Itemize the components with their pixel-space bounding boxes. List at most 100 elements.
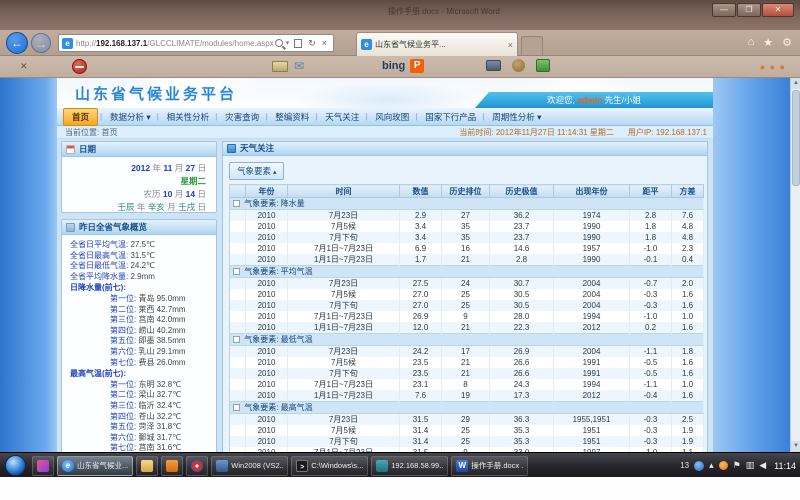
table-row[interactable]: 20107月23日31.52936.31955,1951-0.32.5 xyxy=(230,414,704,426)
table-row[interactable]: 20101月1日~7月23日1.7212.81990-0.10.4 xyxy=(230,254,704,266)
tray-app-icon[interactable] xyxy=(694,461,704,471)
menu-item[interactable]: 国家下行产品 xyxy=(417,109,484,125)
column-header: 历史排位 xyxy=(442,185,490,198)
speaker-icon[interactable]: ◀ xyxy=(759,460,766,471)
table-cell: 2010 xyxy=(246,278,288,290)
table-row[interactable]: 20107月下旬23.52126.61991-0.51.6 xyxy=(230,368,704,379)
menu-item[interactable]: 天气关注 xyxy=(317,109,367,125)
close-button[interactable]: ✕ xyxy=(762,3,794,17)
group-row[interactable]: 气象要素: 降水量 xyxy=(230,198,704,210)
taskbar-window-button[interactable] xyxy=(186,456,208,476)
p-badge-icon[interactable]: P xyxy=(410,59,424,73)
table-row[interactable]: 20107月5候31.42535.31951-0.31.9 xyxy=(230,425,704,436)
tray-orange-icon[interactable] xyxy=(719,461,728,470)
taskbar-window-button[interactable]: C:\Windows\s... xyxy=(291,456,368,476)
rank-value: 菏泽 31.8℃ xyxy=(138,422,181,431)
show-hidden-icons[interactable]: ▴ xyxy=(709,460,714,471)
table-row[interactable]: 20107月23日27.52430.72004-0.72.0 xyxy=(230,278,704,290)
taskbar-clock[interactable]: 11:14 xyxy=(774,461,796,471)
scroll-down-icon[interactable]: ▼ xyxy=(791,441,800,452)
rank-value: 费县 26.0mm xyxy=(138,358,185,367)
table-cell: 26.6 xyxy=(490,357,554,368)
scrollbar-thumb[interactable] xyxy=(792,90,800,186)
table-row[interactable]: 20107月23日24.21726.92004-1.11.8 xyxy=(230,346,704,358)
taskbar-window-label: 山东省气候业... xyxy=(77,460,128,471)
table-cell: 7月5候 xyxy=(288,425,400,436)
stop-icon[interactable]: × xyxy=(322,38,327,48)
table-row[interactable]: 20107月1日~7月23日6.91614.61957-1.02.3 xyxy=(230,243,704,254)
taskbar-window-button[interactable] xyxy=(32,456,54,476)
home-icon[interactable]: ⌂ xyxy=(748,36,755,49)
table-row[interactable]: 20101月1日~7月23日7.61917.32012-0.41.6 xyxy=(230,390,704,402)
back-button[interactable]: ← xyxy=(6,32,28,54)
table-row[interactable]: 20101月1日~7月23日12.02122.320120.21.6 xyxy=(230,322,704,334)
address-bar[interactable]: e http://192.168.137.1/GLCCLIMATE/module… xyxy=(58,34,334,52)
table-row[interactable]: 20107月5候27.02530.52004-0.31.6 xyxy=(230,289,704,300)
group-checkbox[interactable] xyxy=(233,200,240,207)
menu-item[interactable]: 首页 xyxy=(63,108,98,126)
bing-search-widget[interactable]: bing P xyxy=(382,59,424,73)
table-row[interactable]: 20107月23日2.92736.219742.87.6 xyxy=(230,210,704,222)
scroll-up-icon[interactable]: ▲ xyxy=(791,78,800,89)
forward-button[interactable]: → xyxy=(31,33,51,53)
group-row[interactable]: 气象要素: 最高气温 xyxy=(230,402,704,414)
table-cell: 24.3 xyxy=(490,379,554,390)
table-cell: 2.5 xyxy=(672,414,704,426)
blocker-icon[interactable] xyxy=(72,59,87,74)
taskbar-window-button[interactable]: 山东省气候业... xyxy=(57,456,133,476)
menu-item[interactable]: 灾害查询 xyxy=(217,109,267,125)
table-row[interactable]: 20107月下旬31.42535.31951-0.31.9 xyxy=(230,436,704,447)
browser-tab[interactable]: e 山东省气候业务平... × xyxy=(356,32,518,56)
favorites-star-icon[interactable]: ★ xyxy=(763,36,773,49)
table-row[interactable]: 20107月1日~7月23日26.9928.01994-1.01.0 xyxy=(230,311,704,322)
menu-item[interactable]: 周期性分析 ▾ xyxy=(484,109,549,125)
chevron-down-icon[interactable]: ▾ xyxy=(286,39,290,47)
table-row[interactable]: 20107月5候3.43523.719901.84.8 xyxy=(230,221,704,232)
mail-icon[interactable]: ✉ xyxy=(294,59,304,73)
start-button[interactable] xyxy=(5,455,26,476)
table-row[interactable]: 20107月下旬3.43523.719901.84.8 xyxy=(230,232,704,243)
search-icon[interactable] xyxy=(275,39,283,47)
column-header: 数值 xyxy=(400,185,442,198)
puzzle-icon[interactable] xyxy=(536,59,550,72)
url-text[interactable]: http://192.168.137.1/GLCCLIMATE/modules/… xyxy=(76,39,274,48)
group-checkbox[interactable] xyxy=(233,336,240,343)
group-row[interactable]: 气象要素: 平均气温 xyxy=(230,266,704,278)
menu-item[interactable]: 整编资料 xyxy=(267,109,317,125)
element-filter-button[interactable]: 气象要素 xyxy=(229,162,284,180)
taskbar-window-button[interactable] xyxy=(136,456,158,476)
action-center-flag-icon[interactable]: ⚑ xyxy=(733,460,741,471)
group-checkbox[interactable] xyxy=(233,404,240,411)
table-row[interactable]: 20107月下旬27.02530.52004-0.31.6 xyxy=(230,300,704,311)
menu-item[interactable]: 风向玫图 xyxy=(367,109,417,125)
paw-icon[interactable] xyxy=(512,59,525,72)
camera-icon[interactable] xyxy=(486,60,501,71)
more-dots-icon[interactable]: ● ● ● xyxy=(760,62,786,72)
table-cell: 7月5候 xyxy=(288,357,400,368)
table-row[interactable]: 20107月5候23.52126.61991-0.51.6 xyxy=(230,357,704,368)
taskbar-window-button[interactable]: Win2008 (VS2... xyxy=(211,456,288,476)
network-icon[interactable]: ▥ xyxy=(746,460,755,471)
overview-sections: 日降水量(前七):第一位: 青岛 95.0mm第二位: 莱西 42.7mm第三位… xyxy=(70,283,216,452)
restore-button[interactable]: ❐ xyxy=(737,3,761,17)
toolbar-close-icon[interactable]: ✕ xyxy=(20,61,28,72)
taskbar-window-button[interactable]: 操作手册.docx ... xyxy=(451,456,528,476)
table-cell: 35.3 xyxy=(490,436,554,447)
tab-close-icon[interactable]: × xyxy=(508,40,513,50)
compatibility-icon[interactable] xyxy=(294,39,302,48)
menu-item[interactable]: 数据分析 ▾ xyxy=(102,109,159,125)
table-row[interactable]: 20107月1日~7月23日23.1824.31994-1.11.0 xyxy=(230,379,704,390)
taskbar-window-button[interactable]: 192.168.58.99... xyxy=(371,456,448,476)
table-cell: 8 xyxy=(442,379,490,390)
gear-icon[interactable]: ⚙ xyxy=(782,36,792,49)
minimize-button[interactable]: — xyxy=(712,3,736,17)
group-checkbox[interactable] xyxy=(233,268,240,275)
refresh-icon[interactable]: ↻ xyxy=(308,38,316,49)
group-row[interactable]: 气象要素: 最低气温 xyxy=(230,334,704,346)
media-icon xyxy=(37,460,49,472)
new-tab-button[interactable] xyxy=(521,36,543,56)
card-icon[interactable] xyxy=(272,61,288,72)
vertical-scrollbar[interactable]: ▲ ▼ xyxy=(790,78,800,452)
menu-item[interactable]: 相关性分析 xyxy=(159,109,218,125)
taskbar-window-button[interactable] xyxy=(161,456,183,476)
